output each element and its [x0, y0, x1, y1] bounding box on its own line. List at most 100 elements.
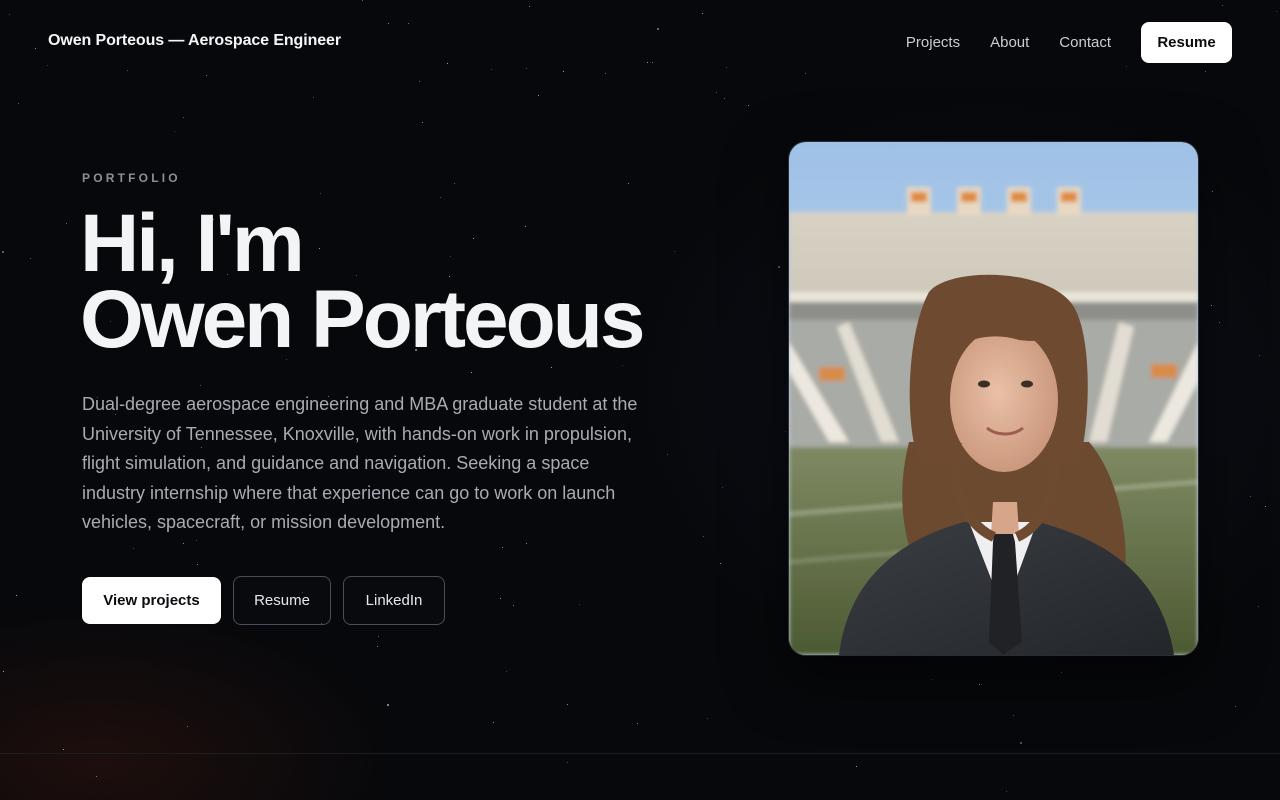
star-dot [183, 543, 184, 544]
star-dot [96, 776, 97, 777]
star-dot [526, 68, 527, 69]
star-dot [183, 117, 184, 118]
star-dot [805, 73, 806, 74]
star-dot [605, 73, 606, 74]
star-dot [716, 92, 717, 93]
portfolio-page: Owen Porteous — Aerospace Engineer Proje… [0, 0, 1280, 800]
section-divider [0, 753, 1280, 754]
hero-resume-button[interactable]: Resume [233, 576, 331, 625]
star-dot [724, 98, 725, 99]
star-dot [320, 193, 321, 194]
top-nav: Projects About Contact Resume [906, 22, 1232, 63]
star-dot [506, 671, 507, 672]
star-dot [447, 63, 448, 64]
hero-eyebrow: PORTFOLIO [82, 171, 181, 185]
star-dot [628, 183, 629, 184]
star-dot [567, 704, 568, 705]
star-dot [720, 563, 721, 564]
star-dot [567, 762, 568, 763]
star-dot [1061, 672, 1062, 673]
header-resume-button[interactable]: Resume [1141, 22, 1232, 63]
star-dot [491, 69, 492, 70]
nav-link-contact[interactable]: Contact [1059, 34, 1111, 51]
star-dot [206, 75, 207, 76]
star-dot [3, 671, 4, 672]
star-dot [196, 540, 197, 541]
star-dot [66, 223, 67, 224]
star-dot [1212, 191, 1213, 192]
star-dot [702, 13, 703, 14]
star-dot [362, 0, 363, 1]
star-dot [388, 23, 389, 24]
star-dot [1222, 5, 1223, 6]
star-dot [9, 14, 10, 15]
star-dot [1258, 606, 1259, 607]
star-dot [408, 23, 409, 24]
star-dot [622, 365, 623, 366]
star-dot [1006, 791, 1007, 792]
profile-photo [788, 141, 1199, 656]
star-dot [133, 548, 134, 549]
star-dot [722, 487, 723, 488]
star-dot [637, 723, 638, 724]
star-dot [1013, 715, 1014, 716]
star-dot [471, 372, 472, 373]
star-dot [502, 547, 503, 548]
star-dot [1205, 71, 1206, 72]
star-dot [778, 266, 780, 268]
star-dot [2, 251, 4, 253]
star-dot [1219, 322, 1220, 323]
star-dot [313, 97, 314, 98]
star-dot [47, 65, 48, 66]
star-dot [1259, 355, 1260, 356]
star-dot [127, 70, 128, 71]
star-dot [674, 251, 675, 252]
star-dot [187, 726, 188, 727]
star-dot [500, 598, 501, 599]
star-dot [377, 646, 378, 647]
star-dot [1235, 706, 1236, 707]
star-dot [657, 28, 659, 30]
star-dot [931, 679, 932, 680]
profile-photo-illustration [789, 142, 1198, 655]
hero-actions: View projects Resume LinkedIn [82, 576, 445, 625]
star-dot [526, 543, 527, 544]
site-title[interactable]: Owen Porteous — Aerospace Engineer [48, 32, 341, 50]
star-dot [174, 131, 175, 132]
view-projects-button[interactable]: View projects [82, 577, 221, 624]
star-dot [1020, 742, 1022, 744]
nav-link-projects[interactable]: Projects [906, 34, 960, 51]
nav-link-about[interactable]: About [990, 34, 1029, 51]
star-dot [440, 197, 441, 198]
star-dot [856, 766, 857, 767]
star-dot [18, 103, 19, 104]
star-dot [1211, 305, 1212, 306]
star-dot [378, 636, 379, 637]
star-dot [647, 62, 648, 63]
hero-bio: Dual-degree aerospace engineering and MB… [82, 394, 638, 532]
hero-title: Hi, I'm Owen Porteous [80, 198, 645, 365]
star-dot [454, 183, 455, 184]
star-dot [748, 105, 749, 106]
star-dot [707, 718, 708, 719]
star-dot [419, 81, 420, 82]
star-dot [652, 62, 653, 63]
star-dot [1276, 11, 1277, 12]
star-dot [35, 48, 36, 49]
star-dot [579, 604, 580, 605]
star-dot [197, 564, 198, 565]
star-dot [493, 722, 494, 723]
star-dot [529, 6, 530, 7]
star-dot [785, 431, 786, 432]
star-dot [16, 595, 17, 596]
hero-title-line-2: Owen Porteous [80, 274, 645, 365]
star-dot [563, 71, 564, 72]
star-dot [1265, 506, 1266, 507]
star-dot [551, 367, 552, 368]
star-dot [387, 704, 389, 706]
hero-title-line-1: Hi, I'm [80, 198, 305, 289]
linkedin-button[interactable]: LinkedIn [343, 576, 445, 625]
star-dot [726, 67, 727, 68]
star-dot [30, 258, 31, 259]
star-dot [1126, 66, 1127, 67]
